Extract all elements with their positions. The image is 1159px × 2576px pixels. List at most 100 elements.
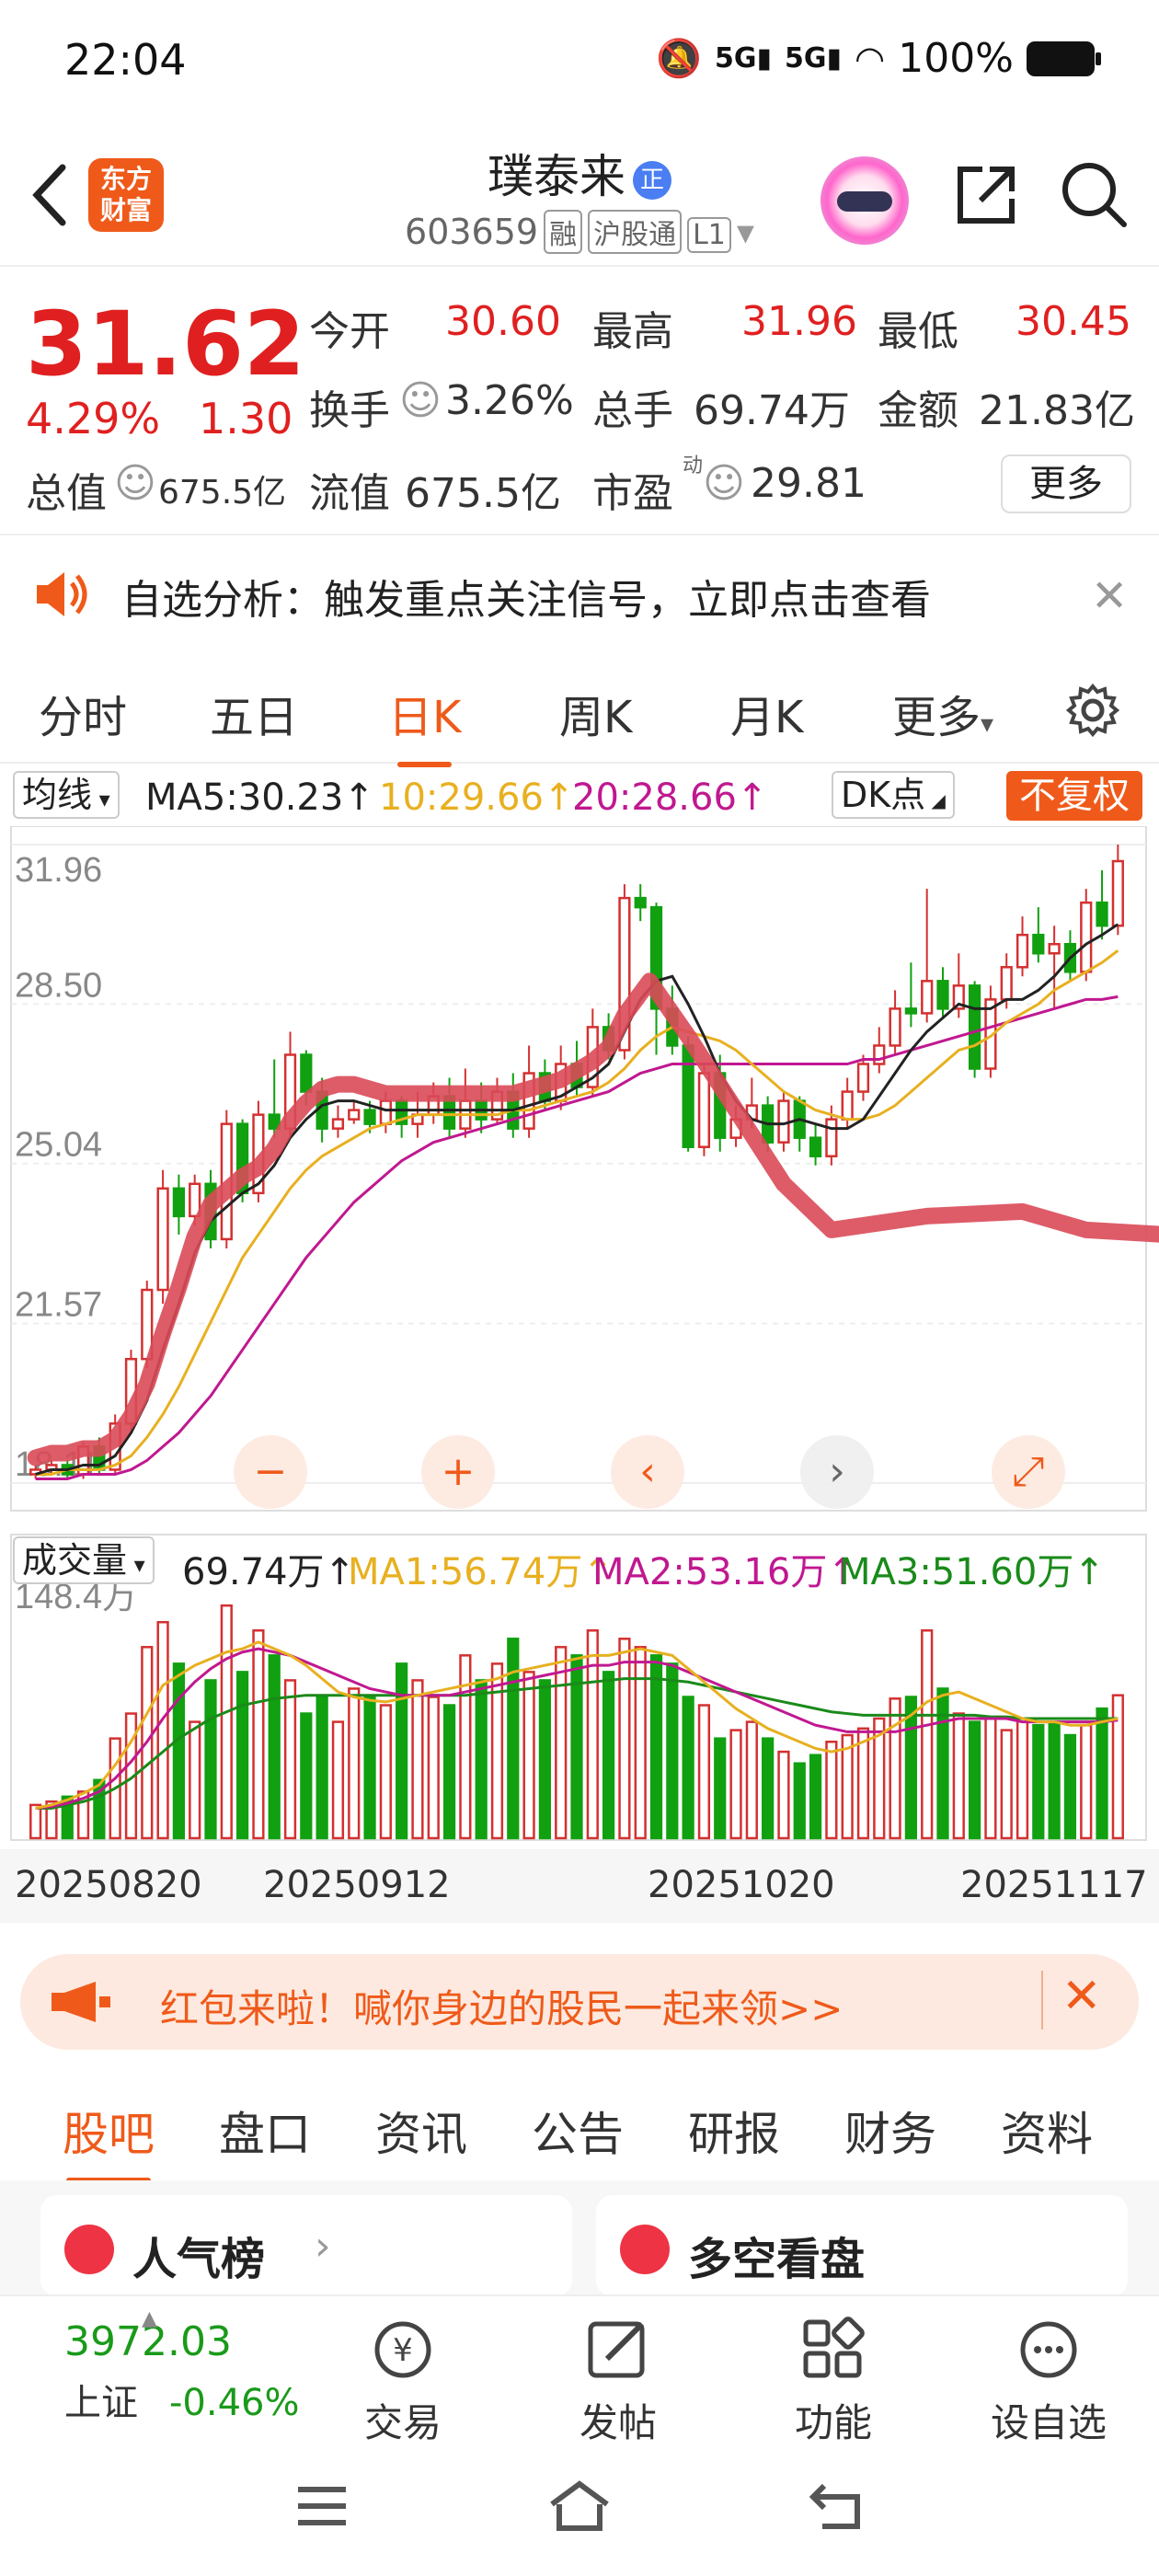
chart-control-icon: −	[254, 1448, 288, 1495]
tab-research[interactable]: 研报	[688, 2098, 780, 2164]
volume-bar	[29, 1803, 42, 1840]
vol-ma3: MA3:51.60万↑	[839, 1551, 1105, 1593]
vol-ma3-text: MA3:51.60万	[839, 1551, 1074, 1593]
high-value: 31.96	[741, 298, 857, 345]
more-button[interactable]: 更多	[1001, 454, 1131, 513]
battery-percent: 100%	[898, 35, 1014, 82]
banner-text: 红包来啦！喊你身边的股民一起来领>>	[160, 1986, 843, 2031]
candle-body	[809, 1136, 822, 1157]
volume-bar	[172, 1662, 186, 1840]
analysis-notice[interactable]: 自选分析：触发重点关注信号，立即点击查看 ✕	[0, 548, 1159, 640]
add-watchlist-button[interactable]: 设自选	[975, 2315, 1122, 2448]
volume-selector[interactable]: 成交量 ▾	[13, 1536, 155, 1584]
chevron-right-icon: ›	[315, 2223, 331, 2270]
candle-body	[968, 984, 981, 1070]
notice-text: 自选分析：触发重点关注信号，立即点击查看	[121, 577, 931, 624]
search-icon[interactable]	[1058, 158, 1131, 232]
tag-margin: 融	[544, 210, 583, 254]
volume-bar	[283, 1679, 297, 1840]
volume-bar	[316, 1696, 328, 1840]
ma10-value: 10:29.66↑	[379, 776, 575, 819]
y-tick-label: 21.57	[15, 1286, 102, 1325]
volume-bar	[714, 1737, 727, 1840]
back-icon[interactable]	[806, 2478, 868, 2537]
volume-label: 总手	[592, 387, 673, 434]
post-button[interactable]: 发帖	[545, 2315, 692, 2448]
pe-info-icon[interactable]: ☺	[703, 460, 745, 507]
stock-code: 603659	[405, 212, 539, 252]
candle-body	[873, 1044, 886, 1065]
candle-body	[856, 1063, 870, 1093]
chevron-down-icon: ▾	[127, 1552, 145, 1578]
date-label: 20250912	[263, 1864, 451, 1906]
volume-bar	[348, 1687, 361, 1840]
volume-bar	[1096, 1707, 1108, 1840]
tab-profile[interactable]: 资料	[1001, 2098, 1093, 2164]
tab-weekly-k[interactable]: 周K	[559, 681, 632, 745]
close-icon[interactable]: ✕	[1061, 1969, 1102, 2024]
tab-monthly-k[interactable]: 月K	[730, 681, 803, 745]
trade-button[interactable]: ¥ 交易	[329, 2315, 476, 2448]
candle-body	[1000, 966, 1013, 1001]
share-icon[interactable]	[949, 158, 1023, 232]
assistant-avatar[interactable]	[820, 156, 909, 245]
kline-chart[interactable]: 31.9628.5025.0421.5718.11−+‹›⤢148.4万	[0, 825, 1159, 1996]
volume-bar	[442, 1704, 456, 1840]
last-price: 31.62	[26, 293, 305, 396]
change-percent: 4.29%	[26, 394, 161, 443]
volume-bar	[1080, 1723, 1093, 1840]
popularity-card[interactable]: 人气榜 ›	[40, 2195, 572, 2296]
tab-orderbook[interactable]: 盘口	[219, 2098, 311, 2164]
close-icon[interactable]: ✕	[1091, 570, 1128, 622]
clock: 22:04	[64, 35, 187, 85]
volume-bar	[490, 1662, 504, 1840]
dk-button[interactable]: DK点 ◢	[832, 771, 955, 819]
tab-intraday[interactable]: 分时	[39, 681, 127, 745]
restore-button[interactable]: 不复权	[1006, 771, 1142, 821]
ma10-text: 10:29.66	[379, 776, 544, 819]
volume-bar	[682, 1696, 694, 1840]
tab-more[interactable]: 更多▾	[892, 681, 993, 745]
tab-financials[interactable]: 财务	[844, 2098, 936, 2164]
low-label: 最低	[878, 308, 958, 355]
ma-selector[interactable]: 均线 ▾	[13, 771, 120, 819]
home-icon[interactable]	[545, 2477, 614, 2539]
open-value: 30.60	[445, 298, 561, 345]
tab-announcements[interactable]: 公告	[532, 2098, 624, 2164]
volume-bar	[777, 1750, 790, 1840]
volume-bar	[1063, 1733, 1077, 1840]
mcap-info-icon[interactable]: ☺	[114, 460, 156, 507]
wifi-icon: ◠	[855, 38, 886, 79]
info-icon[interactable]: ☺	[399, 377, 442, 424]
candle-body	[1111, 859, 1124, 927]
function-button[interactable]: 功能	[760, 2315, 907, 2448]
volume-value: 69.74万	[694, 387, 850, 434]
tab-5day[interactable]: 五日	[210, 681, 298, 745]
volume-bar	[235, 1671, 249, 1840]
candle-body	[936, 980, 949, 1010]
candle-body	[825, 1118, 838, 1157]
section-tabs: 股吧 盘口 资讯 公告 研报 财务 资料	[0, 2070, 1159, 2184]
index-widget[interactable]: ▲ 3972.03 上证 -0.46%	[64, 2307, 304, 2426]
candle-body	[1080, 901, 1093, 973]
tab-forum[interactable]: 股吧	[63, 2098, 155, 2184]
gear-icon[interactable]	[1063, 681, 1122, 743]
tab-daily-k[interactable]: 日K	[388, 681, 461, 767]
vs-icon	[620, 2225, 670, 2274]
period-tabs: 分时 五日 日K 周K 月K 更多▾	[0, 653, 1159, 767]
menu-icon[interactable]	[293, 2480, 351, 2536]
bull-bear-card[interactable]: 多空看盘	[596, 2195, 1128, 2296]
red-packet-banner[interactable]: 红包来啦！喊你身边的股民一起来领>> ✕	[20, 1954, 1139, 2050]
volume-bar	[396, 1662, 408, 1840]
volume-bar	[475, 1679, 488, 1840]
volume-bar	[762, 1737, 775, 1840]
index-change: -0.46%	[169, 2382, 300, 2424]
y-tick-label: 25.04	[15, 1126, 102, 1165]
price-panel-frame	[10, 825, 1147, 1512]
volume-bar	[156, 1620, 169, 1840]
tab-news[interactable]: 资讯	[375, 2098, 467, 2164]
edit-icon	[588, 2321, 645, 2378]
volume-bar	[427, 1696, 440, 1840]
verified-badge: 正	[633, 160, 671, 200]
ma20-text: 20:28.66	[572, 776, 737, 819]
